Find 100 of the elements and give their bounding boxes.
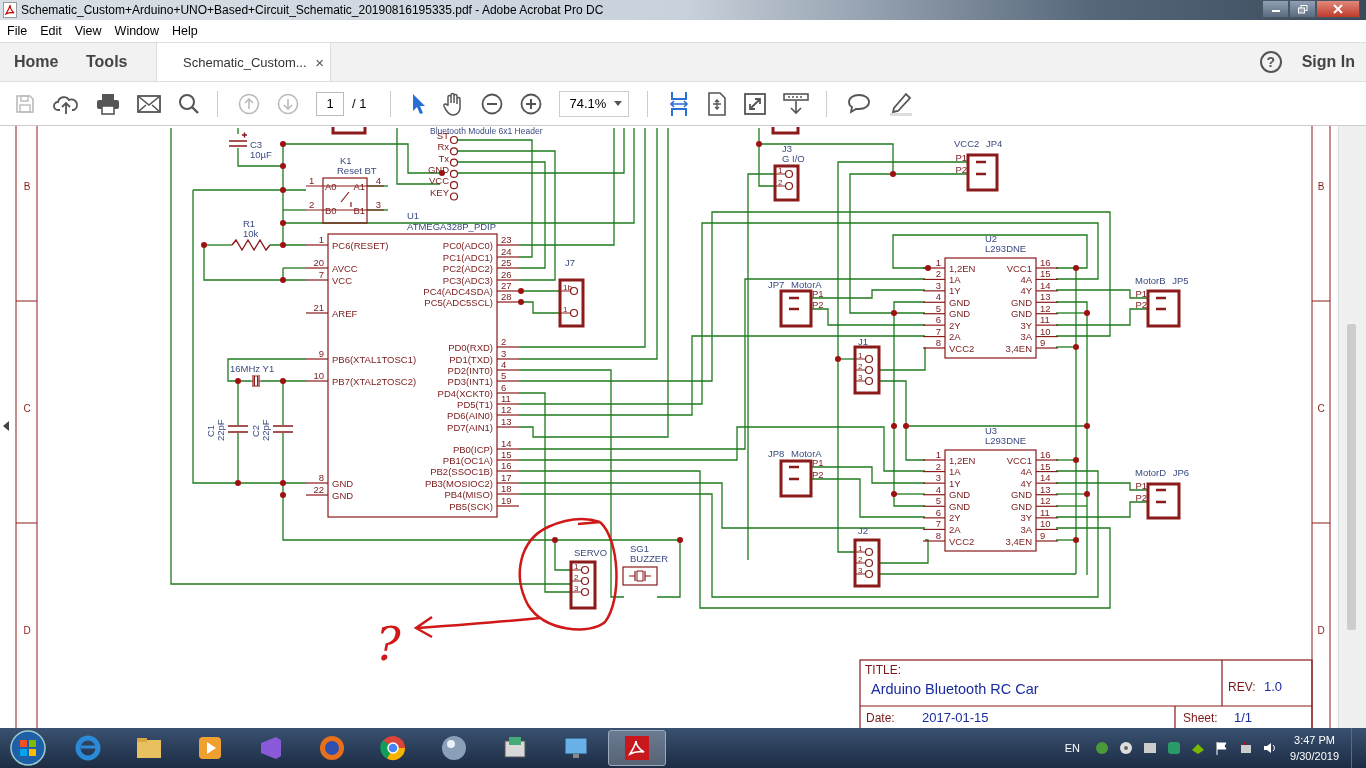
pin-name: PB7(XTAL2TOSC2) [332,375,417,387]
pin-name: 3A [1020,331,1032,343]
terminal-symbol [779,459,813,498]
menu-item[interactable]: View [67,24,108,38]
close-button[interactable] [1316,0,1360,18]
restore-button[interactable] [1289,0,1316,18]
taskbar-pdf-app-icon[interactable] [608,730,666,766]
clock[interactable]: 3:47 PM 9/30/2019 [1290,732,1339,764]
pin-number: 11 [1040,506,1050,518]
language-indicator[interactable]: EN [1064,742,1081,754]
nav-tab[interactable]: Tools [72,43,144,81]
pin-name: 2A [949,523,961,535]
zone-label: D [23,625,31,636]
menu-item[interactable]: File [0,24,34,38]
pin-name: 1A [949,273,961,285]
pin-number: 11 [501,393,511,404]
pin-number: 4 [935,483,941,495]
scrollbar[interactable] [1338,126,1366,728]
sheet-label: Sheet: [1183,711,1218,725]
clock-date: 9/30/2019 [1290,749,1339,764]
pointer-icon[interactable] [411,92,426,115]
page-number-field[interactable]: 1 [316,91,344,116]
pin-name: PD7(AIN1) [447,421,493,433]
terminal-symbol [1146,482,1181,520]
pin-name: 4A [1020,466,1032,478]
question-mark: ? [376,617,401,671]
search-icon[interactable] [178,92,200,115]
pin-number: 6 [935,314,941,326]
part-reference: U3 [985,425,998,436]
pin-number: 3 [858,373,863,382]
pin-name: PB0(ICP) [452,443,493,455]
fit-width-icon[interactable] [668,90,691,117]
scrollbar-thumb[interactable] [1347,324,1356,630]
pin-name: P2 [1135,491,1147,503]
pin-name: 1,2EN [949,454,976,466]
pin-number: 3 [858,566,863,575]
pin-number: 5 [935,495,941,507]
tray-app-icon[interactable] [1166,740,1183,756]
pin-number: 3 [501,348,507,359]
menu-item[interactable]: Edit [33,24,68,38]
fit-page-icon[interactable] [707,91,728,116]
document-tab[interactable]: Schematic_Custom... × [156,43,331,81]
part-value: L293DNE [985,243,1027,254]
pin-number: 9 [1040,337,1046,348]
pin-number: 4 [501,359,507,370]
pin-number: 1 [935,449,941,460]
pin-name: GND [332,477,354,489]
close-tab-button[interactable]: × [315,53,324,71]
tray-app-icon[interactable] [1142,740,1159,756]
pin-number: 14 [1040,472,1051,484]
part-reference: C1 [205,424,216,437]
pin-number: 7 [935,325,941,337]
pin-number: 13 [501,416,512,427]
comment-icon[interactable] [847,92,872,115]
pin-name: PC0(ADC0) [442,239,493,251]
start-button[interactable] [8,728,48,768]
nav-tab[interactable]: Home [0,43,72,81]
pin-number: 10 [1040,325,1051,337]
pin-name: 1,2EN [949,262,976,274]
pin-name: 4Y [1020,477,1032,489]
print-icon[interactable] [96,92,120,115]
menu-item[interactable]: Window [107,24,166,38]
pin-name: PB1(OC1A) [442,454,493,466]
pin-name: PB4(MISO) [444,488,493,500]
scroll-mode-icon[interactable] [783,92,810,115]
zoom-dropdown[interactable]: 74.1% [559,90,630,117]
tray-disc-icon[interactable] [1118,740,1135,756]
pin-name: PD1(TXD) [449,353,493,365]
tray-network-icon[interactable] [1094,740,1111,756]
pin-name: PC5(ADC5SCL) [424,296,493,308]
pin-name: GND [1010,489,1032,501]
pin-name: PC3(ADC3) [442,274,493,286]
part-label: VCC2 JP4 [954,138,1003,149]
pin-number: 1 [858,544,863,553]
part-reference: U1 [407,210,420,221]
capacitor-symbol [227,425,249,433]
pin-name: P2 [812,468,824,480]
part-reference: U2 [985,233,998,244]
close-icon [1333,4,1343,14]
pin-number: 14 [501,438,512,449]
pin-number: 26 [501,269,512,280]
page-left-arrow-icon[interactable] [3,421,9,431]
part-reference: C2 [250,424,261,437]
pin-number: 11 [1040,314,1050,326]
help-button[interactable]: ? [1259,51,1282,73]
mail-icon[interactable] [137,94,161,113]
pin-name: A0 [325,181,337,192]
pin-number: 3 [935,279,941,291]
pin-name: 2Y [949,512,961,524]
full-screen-icon[interactable] [744,92,767,115]
sign-in-link[interactable]: Sign In [1301,53,1355,71]
part-reference: SG1 [630,543,649,554]
pin-number: 12 [1040,302,1051,314]
zoom-out-icon[interactable] [481,92,504,115]
pdf-icon [3,2,17,18]
menu-item[interactable]: Help [165,24,204,38]
rev-label: REV: [1228,680,1256,694]
zoom-in-icon[interactable] [520,92,543,115]
highlighter-icon[interactable] [888,91,915,116]
minimize-button[interactable] [1262,0,1289,18]
